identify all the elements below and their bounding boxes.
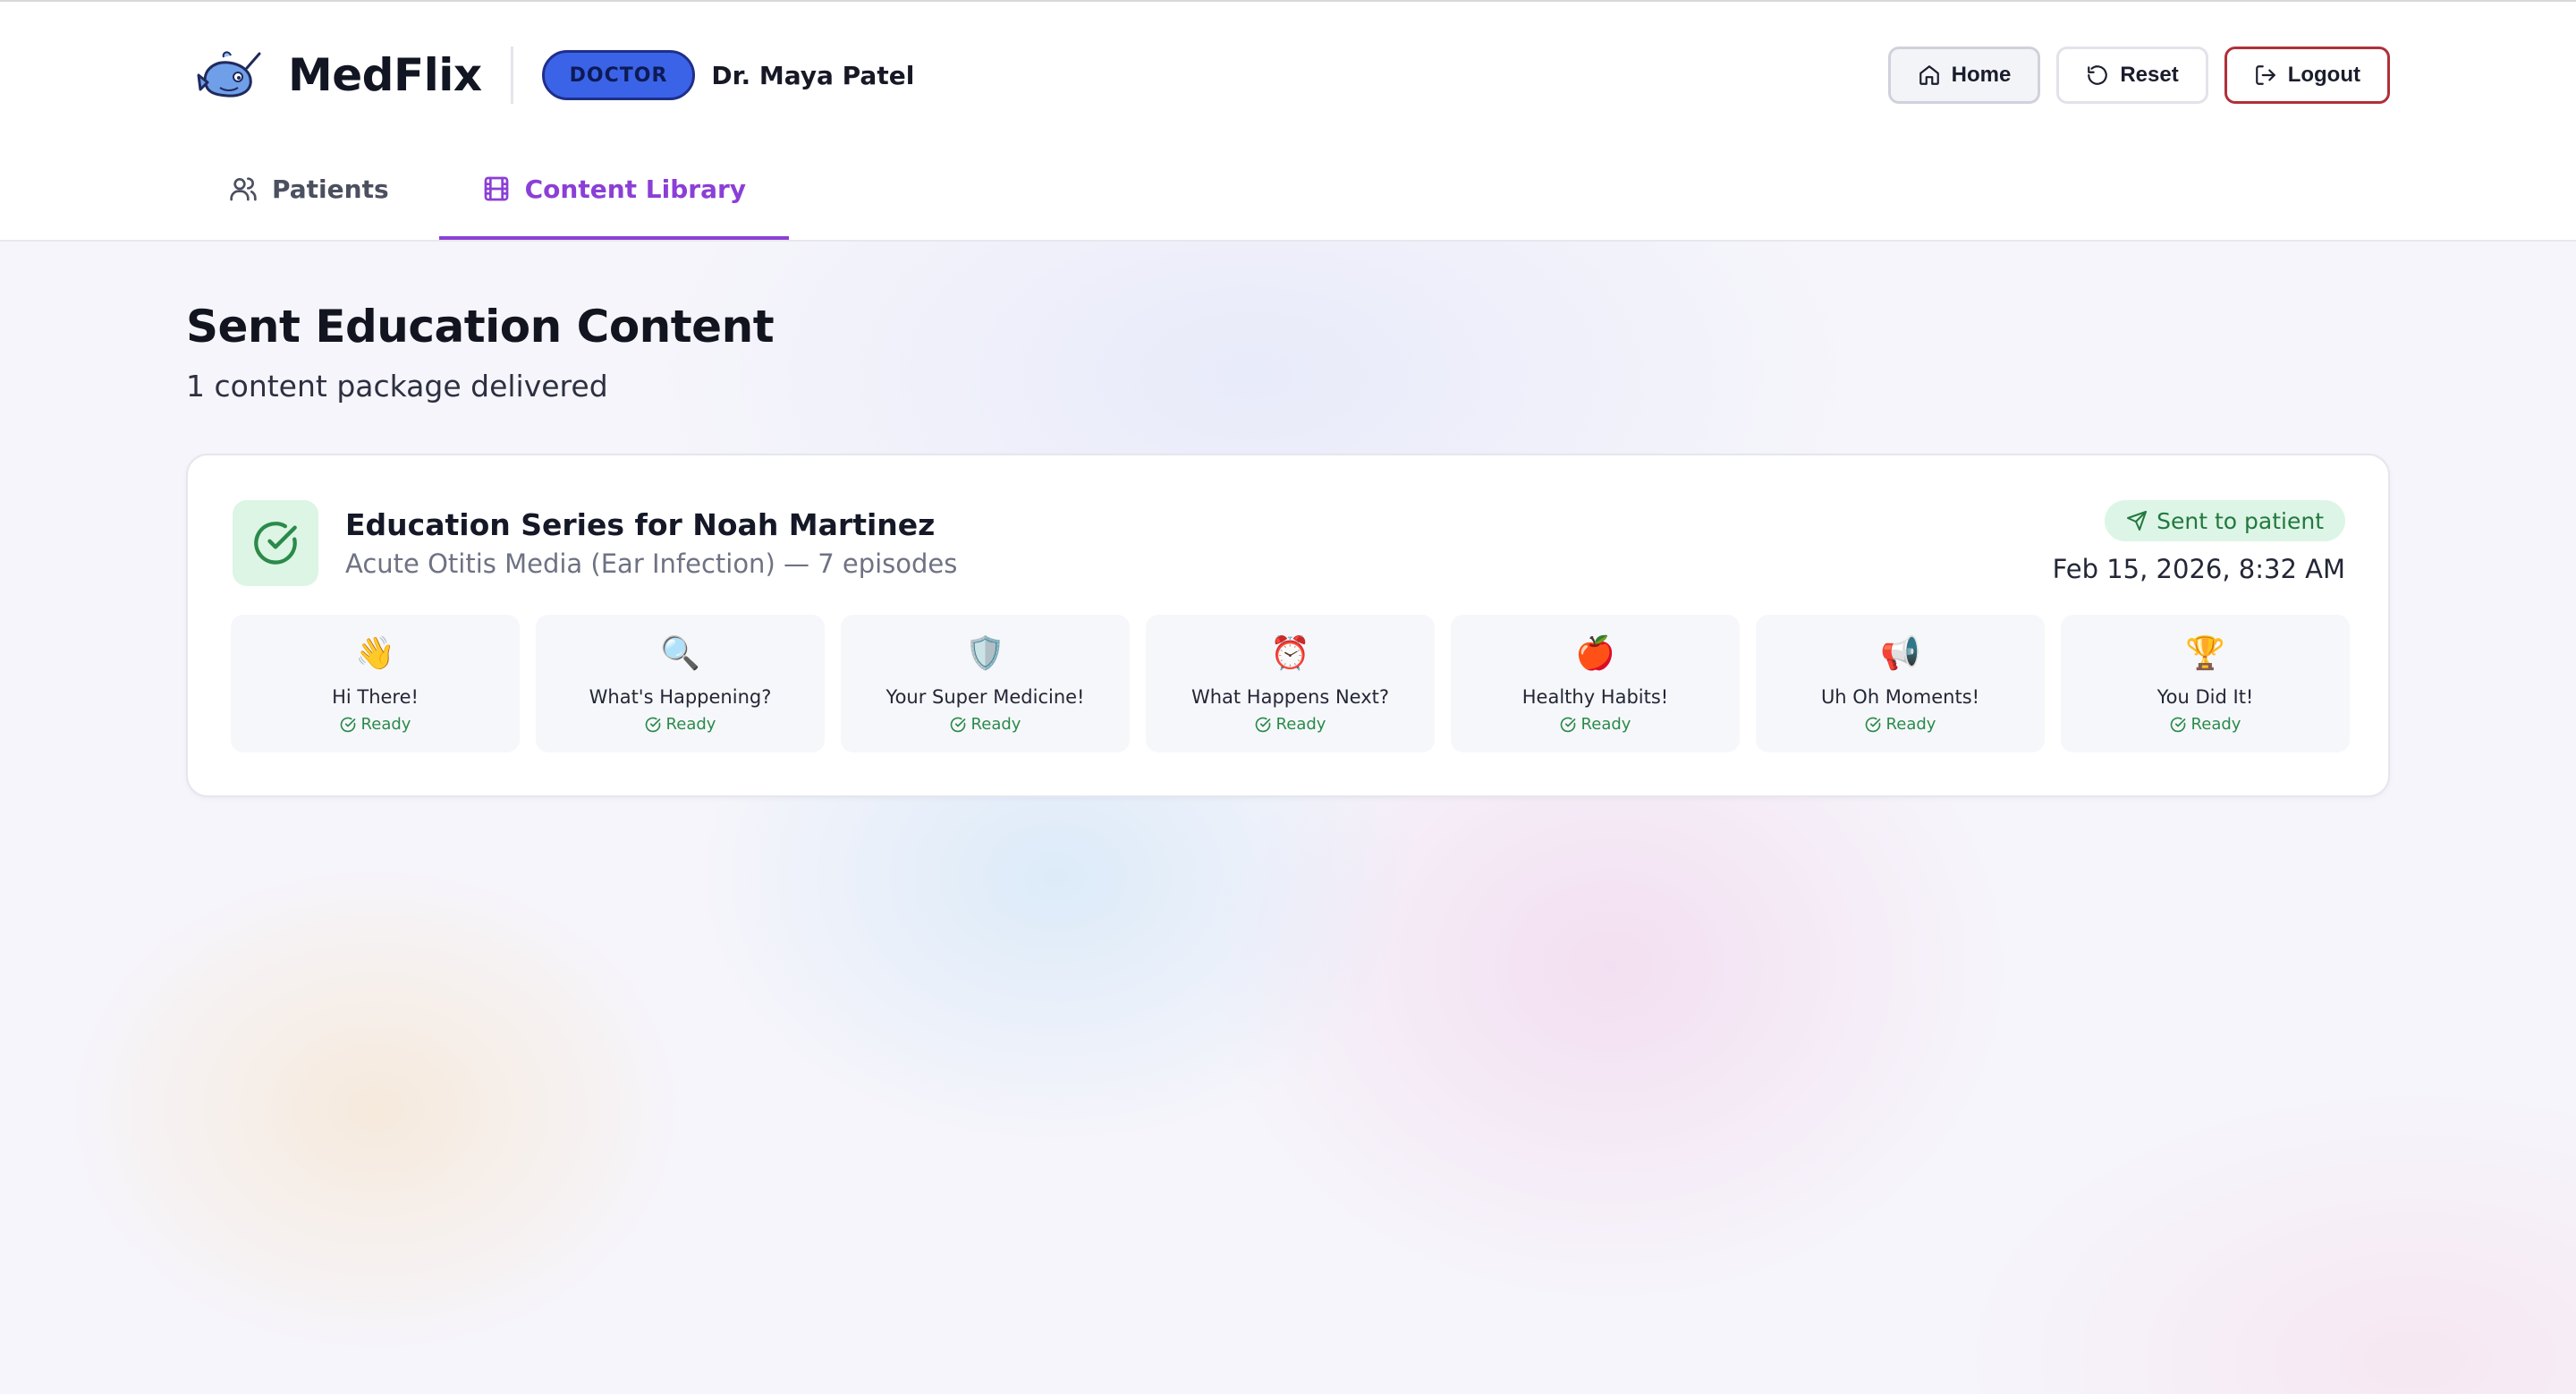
top-header: MedFlix DOCTOR Dr. Maya Patel Home Reset — [0, 0, 2576, 242]
episode-tile[interactable]: 👋 Hi There! Ready — [231, 615, 520, 752]
header-actions: Home Reset Logout — [1887, 47, 2390, 104]
logout-icon — [2255, 65, 2275, 85]
episode-status: Ready — [1560, 715, 1631, 734]
role-badge: DOCTOR — [541, 50, 696, 100]
episode-emoji-icon: ⏰ — [1270, 635, 1310, 672]
sent-status-badge: Sent to patient — [2105, 500, 2345, 541]
check-circle-icon — [1865, 717, 1880, 732]
episode-tile[interactable]: 🍎 Healthy Habits! Ready — [1451, 615, 1740, 752]
content-package-card[interactable]: Education Series for Noah Martinez Acute… — [186, 454, 2390, 797]
brand-divider — [510, 47, 513, 104]
episode-tile[interactable]: 🔍 What's Happening? Ready — [536, 615, 825, 752]
home-button-label: Home — [1951, 63, 2012, 87]
reset-icon — [2088, 65, 2108, 85]
episode-list: 👋 Hi There! Ready 🔍 What's Happening? Re… — [231, 615, 2350, 752]
episode-status: Ready — [645, 715, 716, 734]
episode-emoji-icon: 📢 — [1880, 635, 1920, 672]
episode-title: Uh Oh Moments! — [1820, 686, 1980, 708]
episode-status-label: Ready — [970, 715, 1021, 734]
check-circle-icon — [950, 717, 965, 732]
episode-title: What Happens Next? — [1191, 686, 1390, 708]
user-name: Dr. Maya Patel — [711, 60, 915, 90]
episode-tile[interactable]: 🏆 You Did It! Ready — [2061, 615, 2350, 752]
episode-status-label: Ready — [360, 715, 411, 734]
check-circle-icon — [1255, 717, 1270, 732]
tab-content-library-label: Content Library — [524, 174, 747, 204]
film-icon — [484, 176, 508, 201]
sent-date: Feb 15, 2026, 8:32 AM — [2052, 554, 2345, 584]
home-icon — [1919, 65, 1939, 85]
logout-button-label: Logout — [2287, 63, 2360, 87]
page-subtitle: 1 content package delivered — [186, 369, 608, 404]
tab-content-library[interactable]: Content Library — [438, 141, 790, 240]
narwhal-logo-icon — [197, 51, 261, 98]
episode-status: Ready — [2170, 715, 2241, 734]
episode-tile[interactable]: 🛡️ Your Super Medicine! Ready — [841, 615, 1130, 752]
episode-title: Hi There! — [332, 686, 419, 708]
episode-emoji-icon: 🔍 — [660, 635, 700, 672]
episode-tile[interactable]: ⏰ What Happens Next? Ready — [1146, 615, 1435, 752]
episode-status-label: Ready — [1275, 715, 1326, 734]
episode-status: Ready — [340, 715, 411, 734]
episode-title: What's Happening? — [589, 686, 772, 708]
check-circle-icon — [1560, 717, 1575, 732]
episode-status: Ready — [1865, 715, 1936, 734]
episode-emoji-icon: 🏆 — [2185, 635, 2225, 672]
check-circle-icon — [254, 522, 297, 565]
episode-title: You Did It! — [2157, 686, 2254, 708]
brand: MedFlix DOCTOR Dr. Maya Patel — [197, 45, 914, 106]
main-tabs: Patients Content Library — [197, 141, 790, 240]
logout-button[interactable]: Logout — [2224, 47, 2390, 104]
episode-status-label: Ready — [1885, 715, 1936, 734]
tab-patients[interactable]: Patients — [197, 141, 421, 240]
reset-button[interactable]: Reset — [2056, 47, 2208, 104]
episode-emoji-icon: 👋 — [355, 635, 395, 672]
episode-status-label: Ready — [1580, 715, 1631, 734]
check-circle-icon — [2170, 717, 2185, 732]
app-name: MedFlix — [288, 49, 482, 101]
send-icon — [2127, 511, 2148, 531]
episode-title: Healthy Habits! — [1521, 686, 1669, 708]
page-title: Sent Education Content — [186, 301, 775, 353]
package-subtitle: Acute Otitis Media (Ear Infection) — 7 e… — [345, 548, 958, 579]
episode-emoji-icon: 🍎 — [1575, 635, 1615, 672]
episode-status: Ready — [950, 715, 1021, 734]
package-title: Education Series for Noah Martinez — [345, 507, 936, 542]
episode-emoji-icon: 🛡️ — [965, 635, 1005, 672]
episode-status-label: Ready — [2190, 715, 2241, 734]
episode-status: Ready — [1255, 715, 1326, 734]
package-status-icon-box — [233, 500, 318, 586]
check-circle-icon — [340, 717, 355, 732]
reset-button-label: Reset — [2120, 63, 2179, 87]
sent-status-label: Sent to patient — [2157, 507, 2324, 534]
episode-title: Your Super Medicine! — [886, 686, 1085, 708]
main-content: Sent Education Content 1 content package… — [186, 301, 2390, 797]
users-icon — [230, 177, 257, 201]
check-circle-icon — [645, 717, 660, 732]
home-button[interactable]: Home — [1887, 47, 2041, 104]
episode-status-label: Ready — [665, 715, 716, 734]
tab-patients-label: Patients — [272, 174, 389, 204]
episode-tile[interactable]: 📢 Uh Oh Moments! Ready — [1756, 615, 2045, 752]
